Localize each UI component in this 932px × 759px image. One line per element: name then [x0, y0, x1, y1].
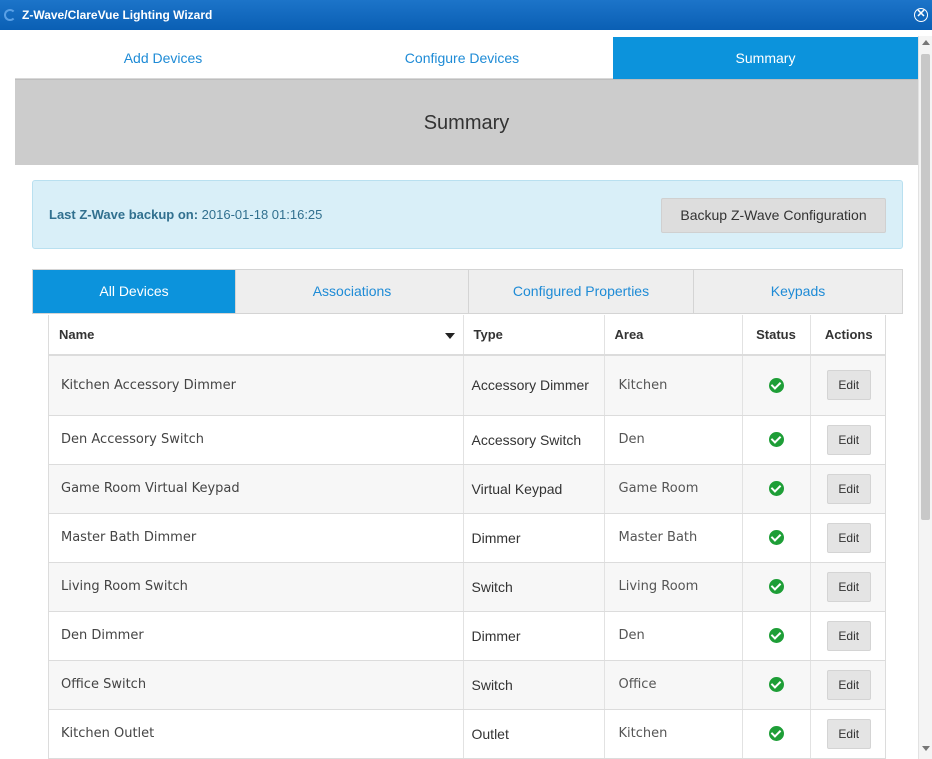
device-name: Kitchen Outlet: [49, 709, 464, 759]
check-circle-icon: [768, 726, 784, 741]
device-status: [742, 611, 811, 661]
edit-button[interactable]: Edit: [826, 370, 871, 401]
device-actions: Edit: [810, 464, 885, 514]
device-type: Outlet: [463, 709, 605, 759]
device-status: [742, 562, 811, 612]
close-icon[interactable]: ✕: [914, 8, 928, 22]
column-header-type: Type: [463, 315, 605, 356]
backup-label-text: Last Z-Wave backup on:: [49, 207, 199, 222]
device-area: Kitchen: [604, 709, 743, 759]
title-bar: Z-Wave/ClareVue Lighting Wizard ✕: [0, 0, 932, 30]
edit-button[interactable]: Edit: [826, 571, 871, 602]
table-row: Kitchen Accessory Dimmer Accessory Dimme…: [49, 355, 885, 416]
edit-button[interactable]: Edit: [826, 620, 871, 651]
device-type: Dimmer: [463, 611, 605, 661]
backup-label: Last Z-Wave backup on: 2016-01-18 01:16:…: [49, 207, 322, 222]
check-circle-icon: [768, 432, 784, 447]
device-status: [742, 464, 811, 514]
backup-timestamp: 2016-01-18 01:16:25: [201, 207, 323, 222]
scroll-up-icon[interactable]: [922, 40, 930, 45]
device-actions: Edit: [810, 562, 885, 612]
app-logo-icon: [4, 9, 16, 21]
scroll-down-icon[interactable]: [922, 746, 930, 751]
devices-table-container: Name Type Area Status Actions Kitchen Ac…: [48, 315, 886, 759]
table-row: Living Room Switch Switch Living Room Ed…: [49, 562, 885, 612]
device-type: Switch: [463, 562, 605, 612]
device-name: Game Room Virtual Keypad: [49, 464, 464, 514]
device-actions: Edit: [810, 611, 885, 661]
column-header-actions: Actions: [810, 315, 885, 356]
device-name: Kitchen Accessory Dimmer: [49, 355, 464, 416]
wizard-tabs: Add Devices Configure Devices Summary: [15, 37, 918, 79]
summary-header: Summary: [15, 79, 918, 165]
device-area: Office: [604, 660, 743, 710]
device-status: [742, 660, 811, 710]
check-circle-icon: [768, 530, 784, 545]
table-row: Den Dimmer Dimmer Den Edit: [49, 611, 885, 661]
device-actions: Edit: [810, 709, 885, 759]
edit-button[interactable]: Edit: [826, 473, 871, 504]
device-actions: Edit: [810, 660, 885, 710]
device-name: Living Room Switch: [49, 562, 464, 612]
tab-configured-properties[interactable]: Configured Properties: [469, 270, 694, 313]
table-row: Office Switch Switch Office Edit: [49, 660, 885, 710]
device-status: [742, 513, 811, 563]
device-type: Accessory Switch: [463, 415, 605, 465]
edit-button[interactable]: Edit: [826, 669, 871, 700]
page-title: Summary: [423, 112, 510, 134]
column-header-area: Area: [604, 315, 743, 356]
tab-summary[interactable]: Summary: [613, 37, 918, 79]
device-actions: Edit: [810, 355, 885, 416]
tab-keypads[interactable]: Keypads: [694, 270, 902, 313]
scrollbar-thumb[interactable]: [921, 54, 930, 520]
column-header-status: Status: [742, 315, 811, 356]
device-actions: Edit: [810, 415, 885, 465]
device-actions: Edit: [810, 513, 885, 563]
device-area: Living Room: [604, 562, 743, 612]
edit-button[interactable]: Edit: [826, 424, 871, 455]
device-type: Dimmer: [463, 513, 605, 563]
check-circle-icon: [768, 628, 784, 643]
table-row: Den Accessory Switch Accessory Switch De…: [49, 415, 885, 465]
device-area: Master Bath: [604, 513, 743, 563]
tab-configure-devices[interactable]: Configure Devices: [311, 37, 613, 79]
device-type: Switch: [463, 660, 605, 710]
caret-down-icon[interactable]: [444, 333, 455, 339]
device-status: [742, 415, 811, 465]
backup-configuration-button[interactable]: Backup Z-Wave Configuration: [661, 198, 886, 233]
device-type: Virtual Keypad: [463, 464, 605, 514]
device-area: Game Room: [604, 464, 743, 514]
vertical-scrollbar[interactable]: [918, 36, 932, 759]
device-name: Office Switch: [49, 660, 464, 710]
table-row: Kitchen Outlet Outlet Kitchen Edit: [49, 709, 885, 759]
device-status: [742, 709, 811, 759]
tab-all-devices[interactable]: All Devices: [33, 270, 236, 313]
tab-associations[interactable]: Associations: [236, 270, 469, 313]
edit-button[interactable]: Edit: [826, 718, 871, 749]
table-row: Master Bath Dimmer Dimmer Master Bath Ed…: [49, 513, 885, 563]
check-circle-icon: [768, 579, 784, 594]
tab-add-devices[interactable]: Add Devices: [15, 37, 311, 79]
column-header-name[interactable]: Name: [49, 315, 464, 356]
check-circle-icon: [768, 377, 784, 393]
device-name: Den Accessory Switch: [49, 415, 464, 465]
device-type: Accessory Dimmer: [463, 355, 605, 416]
table-row: Game Room Virtual Keypad Virtual Keypad …: [49, 464, 885, 514]
devices-table: Name Type Area Status Actions Kitchen Ac…: [49, 315, 885, 759]
device-area: Den: [604, 415, 743, 465]
check-circle-icon: [768, 677, 784, 692]
window-frame: [0, 30, 15, 759]
device-area: Kitchen: [604, 355, 743, 416]
device-name: Den Dimmer: [49, 611, 464, 661]
check-circle-icon: [768, 481, 784, 496]
device-status: [742, 355, 811, 416]
edit-button[interactable]: Edit: [826, 522, 871, 553]
device-area: Den: [604, 611, 743, 661]
device-name: Master Bath Dimmer: [49, 513, 464, 563]
device-sub-tabs: All Devices Associations Configured Prop…: [32, 269, 903, 314]
window-title: Z-Wave/ClareVue Lighting Wizard: [22, 8, 213, 22]
